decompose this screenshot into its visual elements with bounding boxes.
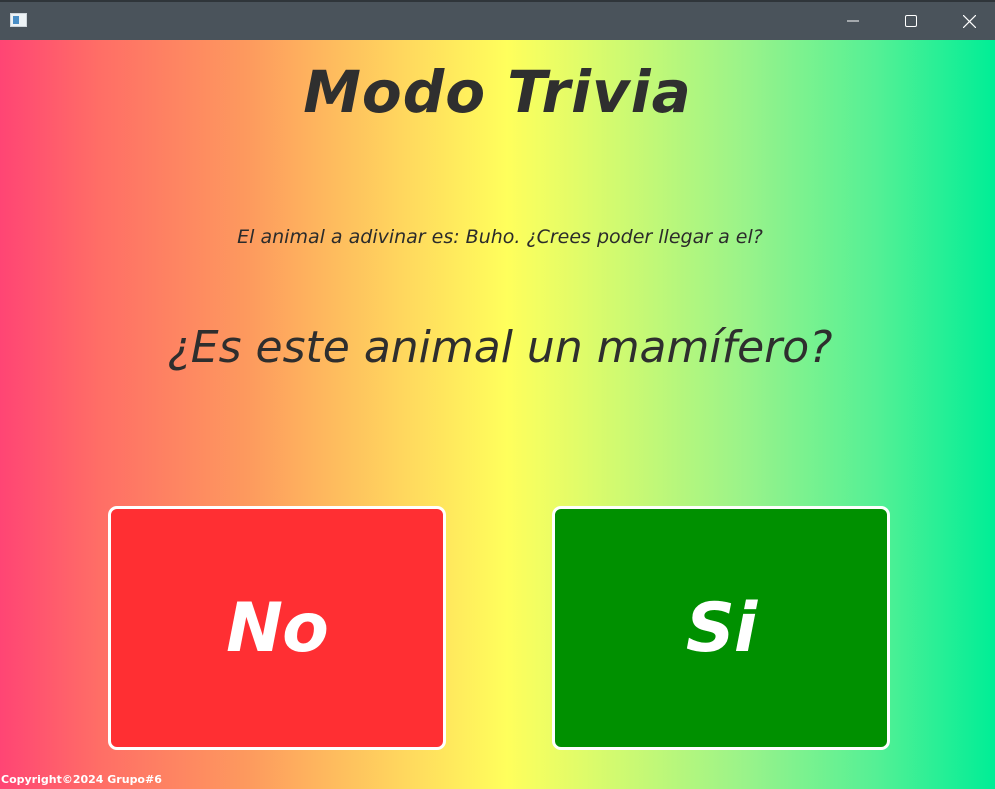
close-icon <box>962 14 976 28</box>
question-text: ¿Es este animal un mamífero? <box>167 322 833 373</box>
minimize-icon <box>847 20 859 22</box>
maximize-icon <box>905 15 917 27</box>
page-title: Modo Trivia <box>303 58 692 126</box>
intro-text: El animal a adivinar es: Buho. ¿Crees po… <box>237 226 763 248</box>
title-bar <box>0 0 995 40</box>
no-button[interactable]: No <box>108 506 446 750</box>
close-button[interactable] <box>940 2 995 40</box>
copyright-text: Copyright©2024 Grupo#6 <box>1 773 162 786</box>
no-button-label: No <box>226 588 329 668</box>
minimize-button[interactable] <box>824 2 882 40</box>
app-window: Modo Trivia El animal a adivinar es: Buh… <box>0 0 995 789</box>
app-icon <box>10 13 27 27</box>
trivia-screen: Modo Trivia El animal a adivinar es: Buh… <box>0 40 995 789</box>
maximize-button[interactable] <box>882 2 940 40</box>
yes-button[interactable]: Si <box>552 506 890 750</box>
yes-button-label: Si <box>685 588 757 668</box>
